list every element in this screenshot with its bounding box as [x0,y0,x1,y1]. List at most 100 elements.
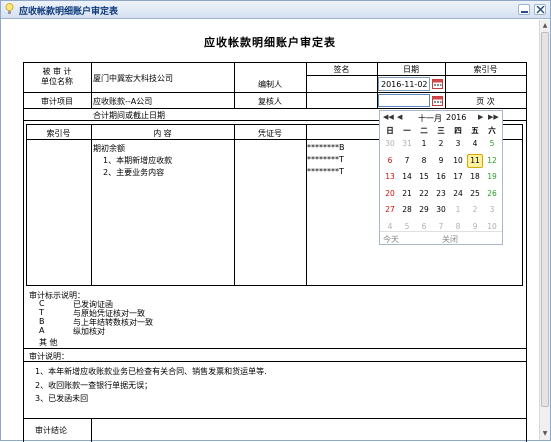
audit-item-value: 应收账款--A公司 [93,97,153,106]
page-label: 页 次 [476,97,495,106]
weekday-label: 五 [471,126,479,135]
calendar-day[interactable]: 26 [484,187,500,201]
calendar-day[interactable]: 20 [382,187,398,201]
calendar-day[interactable]: 10 [450,154,466,168]
today-button[interactable]: 今天 [383,234,399,245]
table-row-content: 期初余额 [93,144,125,153]
calendar-year[interactable]: 2016 [446,113,466,122]
calendar-icon[interactable] [432,78,443,89]
grid-line [23,418,526,419]
reviewer-label: 复核人 [258,97,282,106]
period-label: 合计期间或截止日期 [93,111,165,120]
grid-line [23,62,526,63]
calendar-day[interactable]: 13 [382,170,398,184]
table-row-content: 1、本期新增应收款 [103,156,173,165]
calendar-icon[interactable] [432,95,443,106]
prev-year-button[interactable]: ◀◀ [383,113,394,121]
vertical-scrollbar[interactable]: ▲ ▼ [539,20,550,440]
reviewer-date-field[interactable] [378,94,430,107]
calendar-day[interactable]: 14 [399,170,415,184]
calendar-day[interactable]: 1 [450,203,466,217]
table-row-code: ********B [307,143,345,152]
calendar-day[interactable]: 21 [399,187,415,201]
scrollbar-thumb[interactable] [541,32,549,407]
close-button[interactable] [534,4,546,15]
calendar-day[interactable]: 25 [467,187,483,201]
calendar-day[interactable]: 1 [416,137,432,151]
audit-item-label: 审计项目 [41,97,73,106]
calendar-header: ◀◀ ◀ 十一月 2016 ▶ ▶▶ [380,111,502,124]
grid-line [526,62,527,442]
sign-label: 签名 [333,65,350,74]
grid-line [23,92,526,93]
table-row-code: ********T [307,167,344,176]
weekday-label: 三 [437,126,445,135]
grid-line [91,62,92,108]
grid-line [91,124,92,286]
calendar-day[interactable]: 18 [467,170,483,184]
preparer-date-value: 2016-11-02 [381,80,428,89]
calendar-day[interactable]: 8 [416,154,432,168]
grid-line [306,75,526,76]
grid-line [23,361,526,362]
calendar-day[interactable]: 3 [484,203,500,217]
minimize-icon [521,11,528,13]
calendar-day[interactable]: 31 [399,137,415,151]
calendar-day[interactable]: 23 [433,187,449,201]
calendar-day[interactable]: 3 [450,137,466,151]
weekday-label: 一 [403,126,411,135]
calendar-day[interactable]: 17 [450,170,466,184]
calendar-day[interactable]: 24 [450,187,466,201]
grid-line [23,108,526,109]
next-month-button[interactable]: ▶ [478,113,483,121]
weekday-label: 六 [488,126,496,135]
date-picker-popup: ◀◀ ◀ 十一月 2016 ▶ ▶▶ 日一二三四五六 30 31 1 2 3 4 5 6 7 8 9… [379,110,503,245]
calendar-month[interactable]: 十一月 [418,113,442,124]
dialog-window: 应收帐款明细账户审定表 应收帐款明细账户审定表 被 审 计 单位名称 厦门中冀宏… [0,0,551,442]
calendar-day[interactable]: 15 [416,170,432,184]
grid-line [23,348,526,349]
calendar-day[interactable]: 22 [416,187,432,201]
calendar-day[interactable]: 4 [467,137,483,151]
document-area: 应收帐款明细账户审定表 被 审 计 单位名称 厦门中冀宏大科技公司 签名 日期 … [1,20,539,442]
next-year-button[interactable]: ▶▶ [488,113,499,121]
close-icon [536,6,545,14]
prev-month-button[interactable]: ◀ [397,113,402,121]
calendar-day[interactable]: 29 [416,203,432,217]
note-item: 2、收回账款一查银行单据无误； [35,381,153,390]
scroll-down-icon[interactable]: ▼ [541,429,549,438]
calendar-day[interactable]: 5 [484,137,500,151]
calendar-day[interactable]: 27 [382,203,398,217]
calendar-day[interactable]: 19 [484,170,500,184]
calendar-day[interactable]: 7 [399,154,415,168]
lightbulb-icon [5,3,14,14]
preparer-label: 编制人 [258,80,282,89]
note-item: 3、已发函未回 [35,394,89,403]
grid-line [522,124,523,286]
calendar-day[interactable]: 6 [382,154,398,168]
calendar-day[interactable]: 16 [433,170,449,184]
legend-symbol: C [39,299,45,308]
window-title: 应收帐款明细账户审定表 [19,7,119,17]
weekday-label: 二 [420,126,428,135]
calendar-day[interactable]: 30 [433,203,449,217]
grid-line [234,124,235,286]
calendar-day[interactable]: 2 [467,203,483,217]
table-row-code: ********T [307,155,344,164]
close-calendar-button[interactable]: 关闭 [442,234,458,245]
calendar-day[interactable]: 30 [382,137,398,151]
calendar-day[interactable]: 11 [467,153,483,168]
grid-line [91,418,92,442]
calendar-day[interactable]: 2 [433,137,449,151]
scroll-up-icon[interactable]: ▲ [541,21,549,30]
minimize-button[interactable] [518,4,530,15]
calendar-day[interactable]: 12 [484,154,500,168]
legend-text: 纵加核对 [73,327,105,336]
preparer-sign-field[interactable] [307,77,376,91]
title-bar: 应收帐款明细账户审定表 [1,1,550,19]
legend-other: 其 他 [39,338,58,347]
legend-symbol: T [39,308,44,317]
calendar-day[interactable]: 9 [433,154,449,168]
calendar-day[interactable]: 28 [399,203,415,217]
preparer-date-field[interactable]: 2016-11-02 [378,77,430,91]
